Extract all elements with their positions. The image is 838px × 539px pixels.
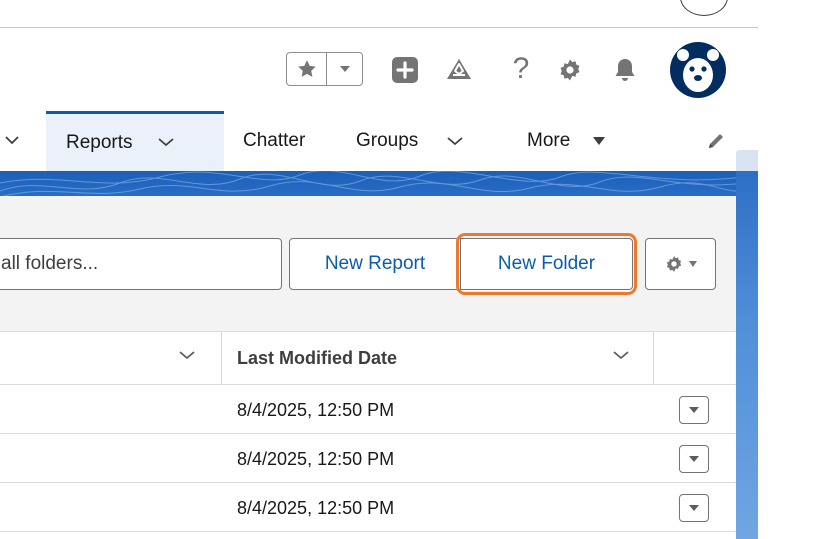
setup-button[interactable] [553,53,587,87]
table-header: Last Modified Date [0,332,736,385]
pencil-icon [709,134,723,148]
top-strip [0,0,758,28]
nav-prev-item-chevron[interactable] [4,133,20,151]
chevron-down-icon [339,66,350,72]
nav-tab-label: Groups [356,130,419,151]
setup-gear-icon [560,59,580,81]
help-icon: ? [512,52,530,85]
trailhead-button[interactable] [442,53,476,87]
help-button[interactable]: ? [504,51,538,87]
new-report-button[interactable]: New Report [289,238,461,290]
star-icon [297,60,316,77]
column-divider [221,332,222,385]
edit-nav-button[interactable] [706,131,726,156]
caret-down-icon [689,456,699,462]
app-nav-bar: Reports Chatter Groups More [0,111,758,171]
chevron-down-icon [613,351,629,360]
table-row[interactable]: 8/4/2025, 12:50 PM [0,484,736,532]
last-modified-cell: 8/4/2025, 12:50 PM [237,399,395,420]
table-row[interactable]: 8/4/2025, 12:50 PM [0,386,736,434]
row-actions-button[interactable] [679,396,709,424]
new-folder-highlight [456,233,637,295]
caret-down-icon [688,261,697,267]
notification-bell-icon [615,59,635,81]
caret-down-icon [592,136,606,146]
list-view-header: all folders... New Report New Folder [0,196,736,332]
column-menu-button[interactable] [177,348,197,367]
chevron-down-icon [5,136,19,145]
favorites-button[interactable] [287,53,327,85]
row-actions-button[interactable] [679,445,709,473]
global-header: ? [0,29,758,111]
nav-tab-chatter[interactable]: Chatter [243,111,305,171]
column-divider [653,332,654,385]
last-modified-cell: 8/4/2025, 12:50 PM [237,497,395,518]
favorites-menu-button[interactable] [327,53,362,85]
decorative-side-strip [736,171,758,539]
user-avatar-icon [670,42,726,98]
column-header-label: Last Modified Date [237,348,398,368]
caret-down-icon [689,505,699,511]
search-placeholder: all folders... [1,253,99,274]
nav-tab-label: Reports [66,131,133,153]
add-icon [392,57,418,83]
last-modified-cell: 8/4/2025, 12:50 PM [237,448,395,469]
nav-tab-groups-menu[interactable] [446,135,464,147]
chevron-down-icon [157,137,174,146]
chevron-down-icon [179,351,195,360]
gear-icon [666,256,681,272]
nav-tab-label: More [527,130,571,151]
list-settings-button[interactable] [645,238,716,290]
nav-tab-label: Chatter [243,130,306,151]
nav-tab-reports[interactable]: Reports [46,111,224,171]
nav-tab-groups[interactable]: Groups [356,111,464,171]
column-header-last-modified-date[interactable]: Last Modified Date [237,332,397,385]
new-folder-button[interactable]: New Folder [456,233,637,295]
column-menu-button[interactable] [611,348,631,367]
row-actions-button[interactable] [679,494,709,522]
chevron-down-icon [447,137,463,146]
reports-panel: all folders... New Report New Folder Las… [0,196,736,539]
action-button-group: New Report New Folder [289,233,637,295]
new-report-label: New Report [324,253,426,274]
notifications-button[interactable] [608,53,642,87]
search-folders-input[interactable]: all folders... [0,238,282,290]
caret-down-icon [689,407,699,413]
table-row[interactable]: 8/4/2025, 12:50 PM [0,435,736,483]
favorites-group [286,52,363,86]
nav-tab-more[interactable]: More [527,111,606,171]
avatar[interactable] [669,41,727,99]
nav-tab-reports-menu[interactable] [157,132,175,154]
global-actions-button[interactable] [388,53,422,87]
trailhead-icon [447,59,471,79]
